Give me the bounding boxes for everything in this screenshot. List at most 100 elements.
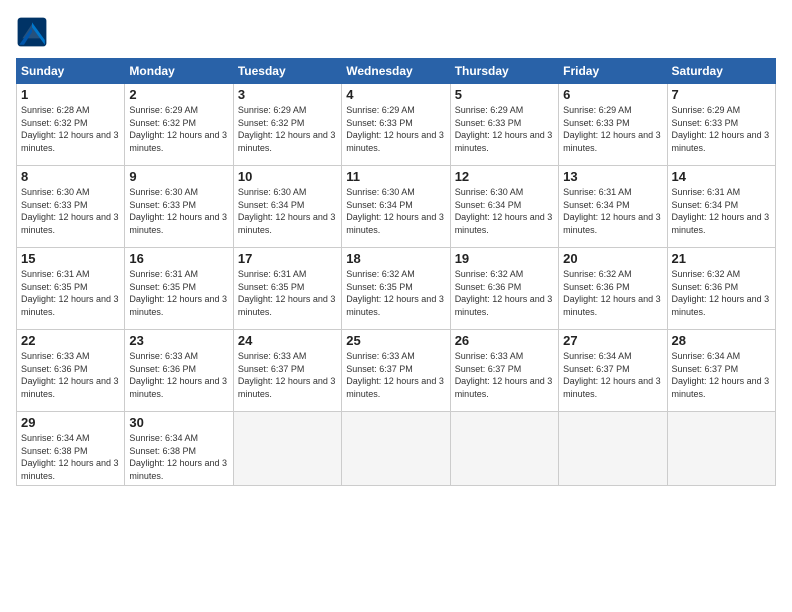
calendar-cell: 13 Sunrise: 6:31 AM Sunset: 6:34 PM Dayl… (559, 166, 667, 248)
day-info: Sunrise: 6:33 AM Sunset: 6:37 PM Dayligh… (238, 350, 337, 400)
sunset-label: Sunset: 6:36 PM (563, 282, 630, 292)
sunrise-label: Sunrise: 6:28 AM (21, 105, 90, 115)
daylight-label: Daylight: 12 hours and 3 minutes. (672, 212, 770, 235)
daylight-label: Daylight: 12 hours and 3 minutes. (455, 376, 553, 399)
sunset-label: Sunset: 6:37 PM (672, 364, 739, 374)
header-thursday: Thursday (450, 59, 558, 84)
sunset-label: Sunset: 6:33 PM (563, 118, 630, 128)
sunset-label: Sunset: 6:35 PM (346, 282, 413, 292)
day-info: Sunrise: 6:30 AM Sunset: 6:34 PM Dayligh… (238, 186, 337, 236)
calendar-cell: 8 Sunrise: 6:30 AM Sunset: 6:33 PM Dayli… (17, 166, 125, 248)
day-info: Sunrise: 6:31 AM Sunset: 6:35 PM Dayligh… (238, 268, 337, 318)
day-info: Sunrise: 6:29 AM Sunset: 6:32 PM Dayligh… (129, 104, 228, 154)
sunset-label: Sunset: 6:32 PM (21, 118, 88, 128)
day-info: Sunrise: 6:31 AM Sunset: 6:35 PM Dayligh… (129, 268, 228, 318)
sunrise-label: Sunrise: 6:33 AM (455, 351, 524, 361)
day-info: Sunrise: 6:30 AM Sunset: 6:33 PM Dayligh… (129, 186, 228, 236)
sunset-label: Sunset: 6:33 PM (129, 200, 196, 210)
calendar-cell: 26 Sunrise: 6:33 AM Sunset: 6:37 PM Dayl… (450, 330, 558, 412)
day-number: 13 (563, 169, 662, 184)
calendar-cell: 17 Sunrise: 6:31 AM Sunset: 6:35 PM Dayl… (233, 248, 341, 330)
day-info: Sunrise: 6:31 AM Sunset: 6:34 PM Dayligh… (672, 186, 771, 236)
day-info: Sunrise: 6:32 AM Sunset: 6:36 PM Dayligh… (672, 268, 771, 318)
day-number: 25 (346, 333, 445, 348)
day-number: 21 (672, 251, 771, 266)
sunrise-label: Sunrise: 6:29 AM (346, 105, 415, 115)
day-info: Sunrise: 6:32 AM Sunset: 6:36 PM Dayligh… (455, 268, 554, 318)
daylight-label: Daylight: 12 hours and 3 minutes. (21, 458, 119, 481)
daylight-label: Daylight: 12 hours and 3 minutes. (455, 294, 553, 317)
day-number: 16 (129, 251, 228, 266)
day-info: Sunrise: 6:30 AM Sunset: 6:33 PM Dayligh… (21, 186, 120, 236)
sunrise-label: Sunrise: 6:30 AM (238, 187, 307, 197)
calendar-cell: 21 Sunrise: 6:32 AM Sunset: 6:36 PM Dayl… (667, 248, 775, 330)
sunset-label: Sunset: 6:33 PM (346, 118, 413, 128)
day-number: 10 (238, 169, 337, 184)
sunrise-label: Sunrise: 6:29 AM (672, 105, 741, 115)
day-number: 28 (672, 333, 771, 348)
calendar-cell (233, 412, 341, 486)
day-number: 19 (455, 251, 554, 266)
daylight-label: Daylight: 12 hours and 3 minutes. (129, 458, 227, 481)
day-info: Sunrise: 6:34 AM Sunset: 6:37 PM Dayligh… (563, 350, 662, 400)
sunrise-label: Sunrise: 6:31 AM (238, 269, 307, 279)
sunrise-label: Sunrise: 6:31 AM (563, 187, 632, 197)
sunrise-label: Sunrise: 6:31 AM (21, 269, 90, 279)
calendar-week-3: 15 Sunrise: 6:31 AM Sunset: 6:35 PM Dayl… (17, 248, 776, 330)
sunrise-label: Sunrise: 6:30 AM (129, 187, 198, 197)
calendar-cell: 6 Sunrise: 6:29 AM Sunset: 6:33 PM Dayli… (559, 84, 667, 166)
sunset-label: Sunset: 6:36 PM (455, 282, 522, 292)
calendar-cell: 10 Sunrise: 6:30 AM Sunset: 6:34 PM Dayl… (233, 166, 341, 248)
day-number: 2 (129, 87, 228, 102)
daylight-label: Daylight: 12 hours and 3 minutes. (21, 130, 119, 153)
day-number: 6 (563, 87, 662, 102)
day-number: 12 (455, 169, 554, 184)
day-info: Sunrise: 6:33 AM Sunset: 6:37 PM Dayligh… (346, 350, 445, 400)
day-info: Sunrise: 6:32 AM Sunset: 6:35 PM Dayligh… (346, 268, 445, 318)
calendar-header-row: SundayMondayTuesdayWednesdayThursdayFrid… (17, 59, 776, 84)
day-number: 11 (346, 169, 445, 184)
day-number: 1 (21, 87, 120, 102)
sunset-label: Sunset: 6:34 PM (563, 200, 630, 210)
daylight-label: Daylight: 12 hours and 3 minutes. (346, 212, 444, 235)
day-info: Sunrise: 6:34 AM Sunset: 6:38 PM Dayligh… (21, 432, 120, 482)
calendar-cell: 27 Sunrise: 6:34 AM Sunset: 6:37 PM Dayl… (559, 330, 667, 412)
sunset-label: Sunset: 6:33 PM (672, 118, 739, 128)
sunrise-label: Sunrise: 6:30 AM (346, 187, 415, 197)
sunrise-label: Sunrise: 6:30 AM (21, 187, 90, 197)
calendar-cell: 24 Sunrise: 6:33 AM Sunset: 6:37 PM Dayl… (233, 330, 341, 412)
sunrise-label: Sunrise: 6:34 AM (672, 351, 741, 361)
sunset-label: Sunset: 6:36 PM (672, 282, 739, 292)
header-tuesday: Tuesday (233, 59, 341, 84)
sunset-label: Sunset: 6:33 PM (455, 118, 522, 128)
sunset-label: Sunset: 6:33 PM (21, 200, 88, 210)
day-info: Sunrise: 6:31 AM Sunset: 6:35 PM Dayligh… (21, 268, 120, 318)
logo-icon (16, 16, 48, 48)
sunset-label: Sunset: 6:36 PM (129, 364, 196, 374)
sunrise-label: Sunrise: 6:34 AM (21, 433, 90, 443)
sunrise-label: Sunrise: 6:29 AM (238, 105, 307, 115)
daylight-label: Daylight: 12 hours and 3 minutes. (21, 294, 119, 317)
sunrise-label: Sunrise: 6:29 AM (563, 105, 632, 115)
sunrise-label: Sunrise: 6:32 AM (672, 269, 741, 279)
sunrise-label: Sunrise: 6:34 AM (563, 351, 632, 361)
sunrise-label: Sunrise: 6:32 AM (455, 269, 524, 279)
day-info: Sunrise: 6:33 AM Sunset: 6:36 PM Dayligh… (129, 350, 228, 400)
day-number: 7 (672, 87, 771, 102)
day-number: 24 (238, 333, 337, 348)
daylight-label: Daylight: 12 hours and 3 minutes. (672, 130, 770, 153)
day-number: 9 (129, 169, 228, 184)
calendar-cell: 9 Sunrise: 6:30 AM Sunset: 6:33 PM Dayli… (125, 166, 233, 248)
sunset-label: Sunset: 6:35 PM (238, 282, 305, 292)
sunset-label: Sunset: 6:35 PM (129, 282, 196, 292)
calendar-week-4: 22 Sunrise: 6:33 AM Sunset: 6:36 PM Dayl… (17, 330, 776, 412)
sunrise-label: Sunrise: 6:34 AM (129, 433, 198, 443)
calendar-week-2: 8 Sunrise: 6:30 AM Sunset: 6:33 PM Dayli… (17, 166, 776, 248)
header-saturday: Saturday (667, 59, 775, 84)
header (16, 16, 776, 48)
header-friday: Friday (559, 59, 667, 84)
sunrise-label: Sunrise: 6:29 AM (129, 105, 198, 115)
daylight-label: Daylight: 12 hours and 3 minutes. (346, 130, 444, 153)
calendar-cell (342, 412, 450, 486)
day-number: 30 (129, 415, 228, 430)
